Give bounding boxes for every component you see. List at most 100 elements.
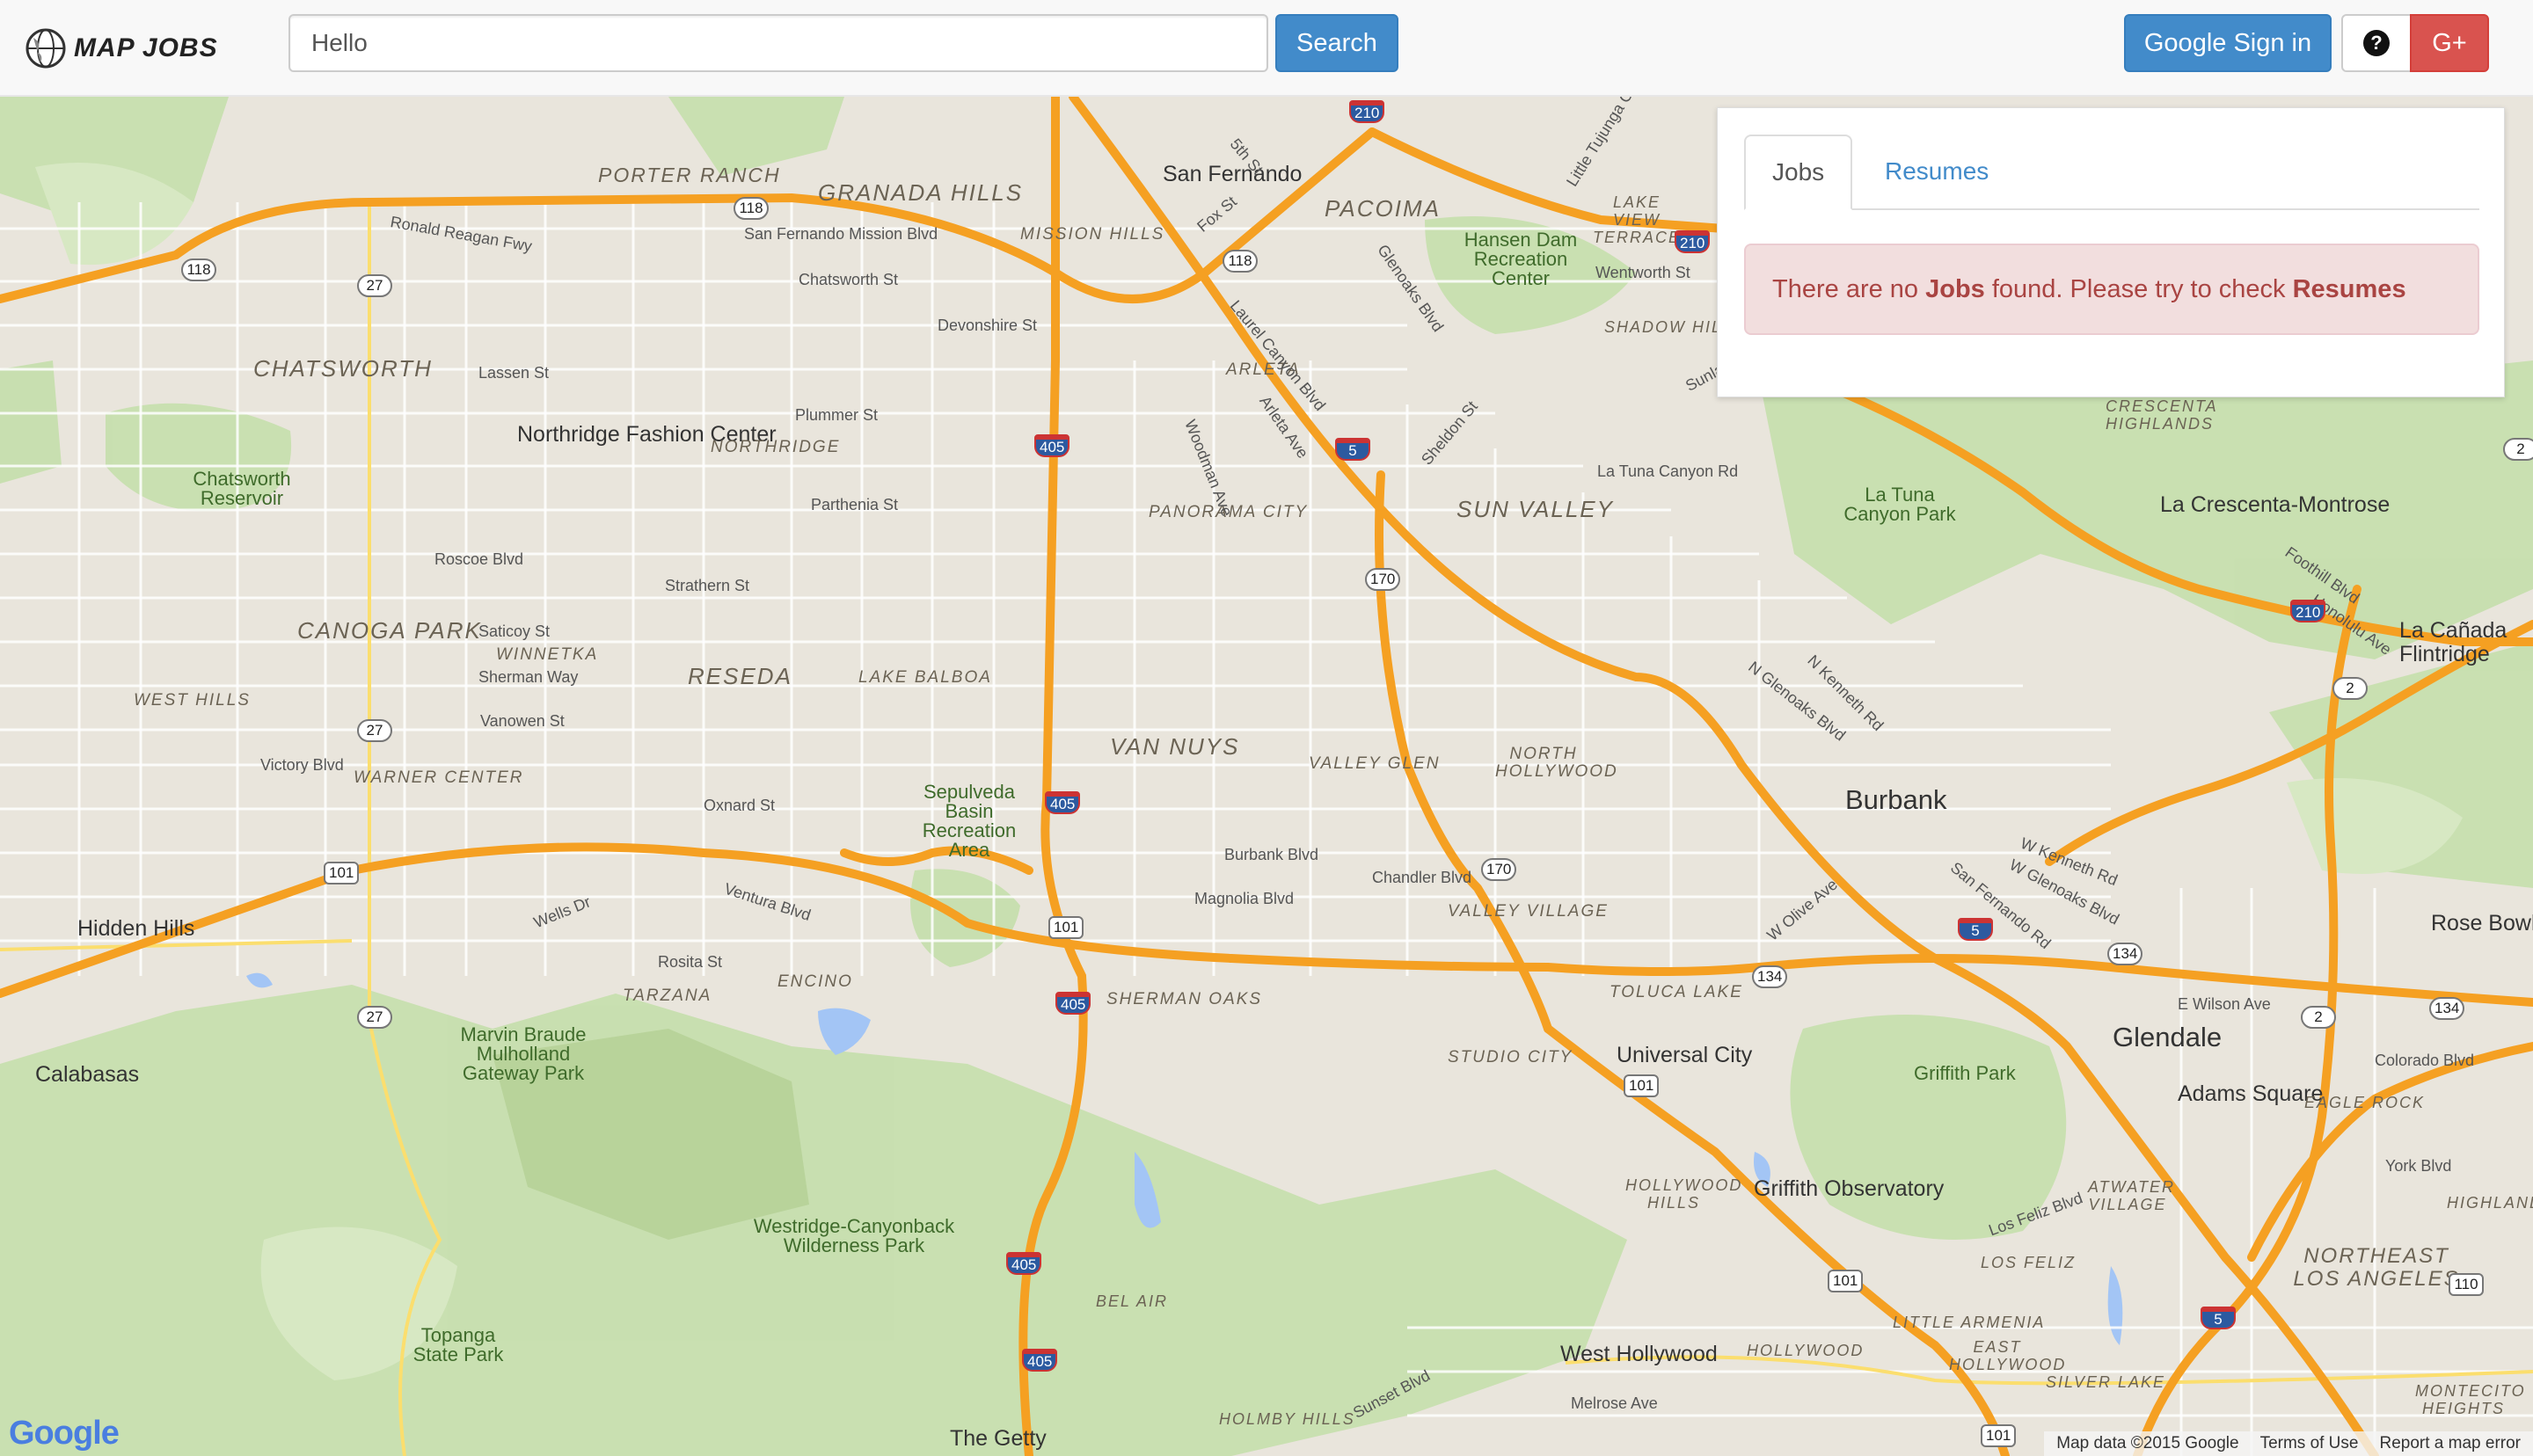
shield-i210-north: 210 — [1349, 100, 1385, 123]
label-adams-square: Adams Square — [2178, 1081, 2324, 1106]
label-lassen-st: Lassen St — [478, 364, 550, 382]
shield-170-north: 170 — [1365, 568, 1401, 591]
label-la-crescenta: La Crescenta-Montrose — [2160, 492, 2391, 517]
shield-110: 110 — [2449, 1273, 2484, 1296]
alert-prefix: There are no — [1772, 274, 1926, 303]
label-la-tuna-canyon-rd: La Tuna Canyon Rd — [1597, 462, 1739, 480]
terms-of-use-link[interactable]: Terms of Use — [2260, 1434, 2359, 1453]
label-northridge: NORTHRIDGE — [711, 438, 841, 456]
label-roscoe-blvd: Roscoe Blvd — [434, 550, 524, 568]
label-silver-lake: SILVER LAKE — [2046, 1373, 2166, 1391]
label-wentworth-st: Wentworth St — [1595, 264, 1690, 281]
brand-logo[interactable]: MAP JOBS — [25, 25, 218, 72]
google-logo-text: Google — [9, 1415, 120, 1452]
label-reseda: RESEDA — [688, 663, 792, 689]
label-chatsworth-st: Chatsworth St — [799, 271, 899, 288]
alert-resumes-word: Resumes — [2292, 274, 2406, 303]
label-hidden-hills: Hidden Hills — [77, 916, 195, 941]
search-input[interactable] — [288, 14, 1268, 72]
shield-2-edge: 2 — [2503, 438, 2533, 461]
shield-134-west: 134 — [1752, 965, 1788, 988]
label-universal-city: Universal City — [1617, 1043, 1753, 1067]
label-mission-hills: MISSION HILLS — [1020, 225, 1165, 244]
map-data-label: Map data ©2015 Google — [2056, 1434, 2239, 1452]
label-valley-village: VALLEY VILLAGE — [1448, 902, 1609, 921]
label-rose-bowl: Rose Bowl — [2431, 911, 2533, 935]
report-map-error-link[interactable]: Report a map error — [2379, 1434, 2521, 1453]
google-signin-button[interactable]: Google Sign in — [2124, 14, 2332, 72]
shield-i405-north: 405 — [1034, 434, 1070, 457]
label-canoga-park: CANOGA PARK — [297, 617, 482, 644]
label-chandler-blvd: Chandler Blvd — [1372, 869, 1472, 886]
shield-i5-burbank: 5 — [1958, 918, 1993, 941]
google-plus-button[interactable]: G+ — [2410, 14, 2489, 72]
shield-27-south: 27 — [357, 1006, 392, 1029]
label-encino: ENCINO — [777, 972, 853, 991]
tab-jobs[interactable]: Jobs — [1744, 135, 1853, 210]
shield-us101-south: 101 — [1981, 1424, 2017, 1447]
label-los-feliz: LOS FELIZ — [1981, 1254, 2077, 1271]
label-oxnard-st: Oxnard St — [704, 797, 776, 814]
label-montecito-heights: MONTECITO HEIGHTS — [2415, 1382, 2526, 1417]
label-vanowen-st: Vanowen St — [480, 712, 565, 730]
label-burbank: Burbank — [1845, 784, 1947, 815]
label-granada-hills: GRANADA HILLS — [818, 179, 1024, 206]
label-chatsworth: CHATSWORTH — [253, 355, 433, 382]
google-logo[interactable]: Google — [9, 1415, 120, 1452]
label-york-blvd: York Blvd — [2385, 1157, 2452, 1175]
shield-i405-getty: 405 — [1022, 1349, 1058, 1372]
label-north-hollywood: NORTH HOLLYWOOD — [1495, 745, 1618, 781]
label-valley-glen: VALLEY GLEN — [1309, 754, 1441, 773]
label-burbank-blvd: Burbank Blvd — [1224, 846, 1319, 863]
label-hansen-dam: Hansen Dam Recreation Center — [1464, 229, 1578, 289]
shield-us101-mid: 101 — [1048, 916, 1084, 939]
label-sepulveda-basin: Sepulveda Basin Recreation Area — [922, 781, 1017, 861]
label-la-tuna-park: La Tuna Canyon Park — [1843, 484, 1956, 525]
label-sun-valley: SUN VALLEY — [1456, 496, 1614, 522]
label-rosita-st: Rosita St — [658, 953, 723, 971]
label-tarzana: TARZANA — [623, 986, 712, 1005]
label-san-fernando-mission: San Fernando Mission Blvd — [744, 225, 938, 243]
label-crescenta-highlands: CRESCENTA HIGHLANDS — [2106, 397, 2218, 433]
label-toluca-lake: TOLUCA LAKE — [1610, 983, 1743, 1001]
label-warner-center: WARNER CENTER — [354, 768, 524, 787]
label-hollywood: HOLLYWOOD — [1747, 1342, 1865, 1359]
label-victory-blvd: Victory Blvd — [260, 756, 344, 774]
results-panel: Jobs Resumes There are no Jobs found. Pl… — [1717, 107, 2505, 397]
tab-resumes[interactable]: Resumes — [1858, 135, 2015, 208]
globe-icon — [26, 28, 66, 69]
label-magnolia-blvd: Magnolia Blvd — [1194, 890, 1295, 907]
results-tabs: Jobs Resumes — [1744, 135, 2479, 210]
label-marvin-braude: Marvin Braude Mulholland Gateway Park — [460, 1023, 587, 1084]
label-san-fernando: San Fernando — [1163, 162, 1303, 186]
shield-us101-universal: 101 — [1624, 1074, 1660, 1097]
label-parthenia-st: Parthenia St — [811, 496, 899, 513]
shield-118-mid: 118 — [734, 197, 769, 220]
label-van-nuys: VAN NUYS — [1110, 733, 1240, 760]
label-atwater-village: ATWATER VILLAGE — [2088, 1178, 2175, 1213]
label-calabasas: Calabasas — [35, 1062, 140, 1087]
label-highland-park: HIGHLAND PARK — [2447, 1194, 2533, 1212]
shield-134-mid: 134 — [2107, 943, 2143, 965]
label-lake-balboa: LAKE BALBOA — [858, 668, 992, 687]
help-button[interactable]: ? — [2341, 14, 2412, 72]
label-hollywood-hills: HOLLYWOOD HILLS — [1625, 1176, 1743, 1212]
label-studio-city: STUDIO CITY — [1448, 1048, 1573, 1067]
label-eagle-rock: EAGLE ROCK — [2304, 1094, 2426, 1111]
label-melrose-ave: Melrose Ave — [1571, 1394, 1658, 1412]
shield-i210-east: 210 — [1675, 230, 1711, 253]
label-devonshire-st: Devonshire St — [938, 317, 1038, 334]
shield-i5-north: 5 — [1335, 438, 1370, 461]
shield-i5-south: 5 — [2201, 1307, 2236, 1329]
question-circle-icon: ? — [2363, 30, 2390, 56]
label-plummer-st: Plummer St — [795, 406, 879, 424]
search-button[interactable]: Search — [1275, 14, 1398, 72]
label-bel-air: BEL AIR — [1096, 1292, 1169, 1310]
label-porter-ranch: PORTER RANCH — [598, 164, 781, 186]
label-little-armenia: LITTLE ARMENIA — [1893, 1314, 2046, 1331]
shield-2-north: 2 — [2332, 677, 2368, 700]
shield-i405-south: 405 — [1006, 1252, 1042, 1275]
navbar: MAP JOBS Search Google Sign in ? G+ — [0, 0, 2533, 97]
shield-27-mid: 27 — [357, 719, 392, 742]
label-west-hills: WEST HILLS — [134, 691, 251, 710]
